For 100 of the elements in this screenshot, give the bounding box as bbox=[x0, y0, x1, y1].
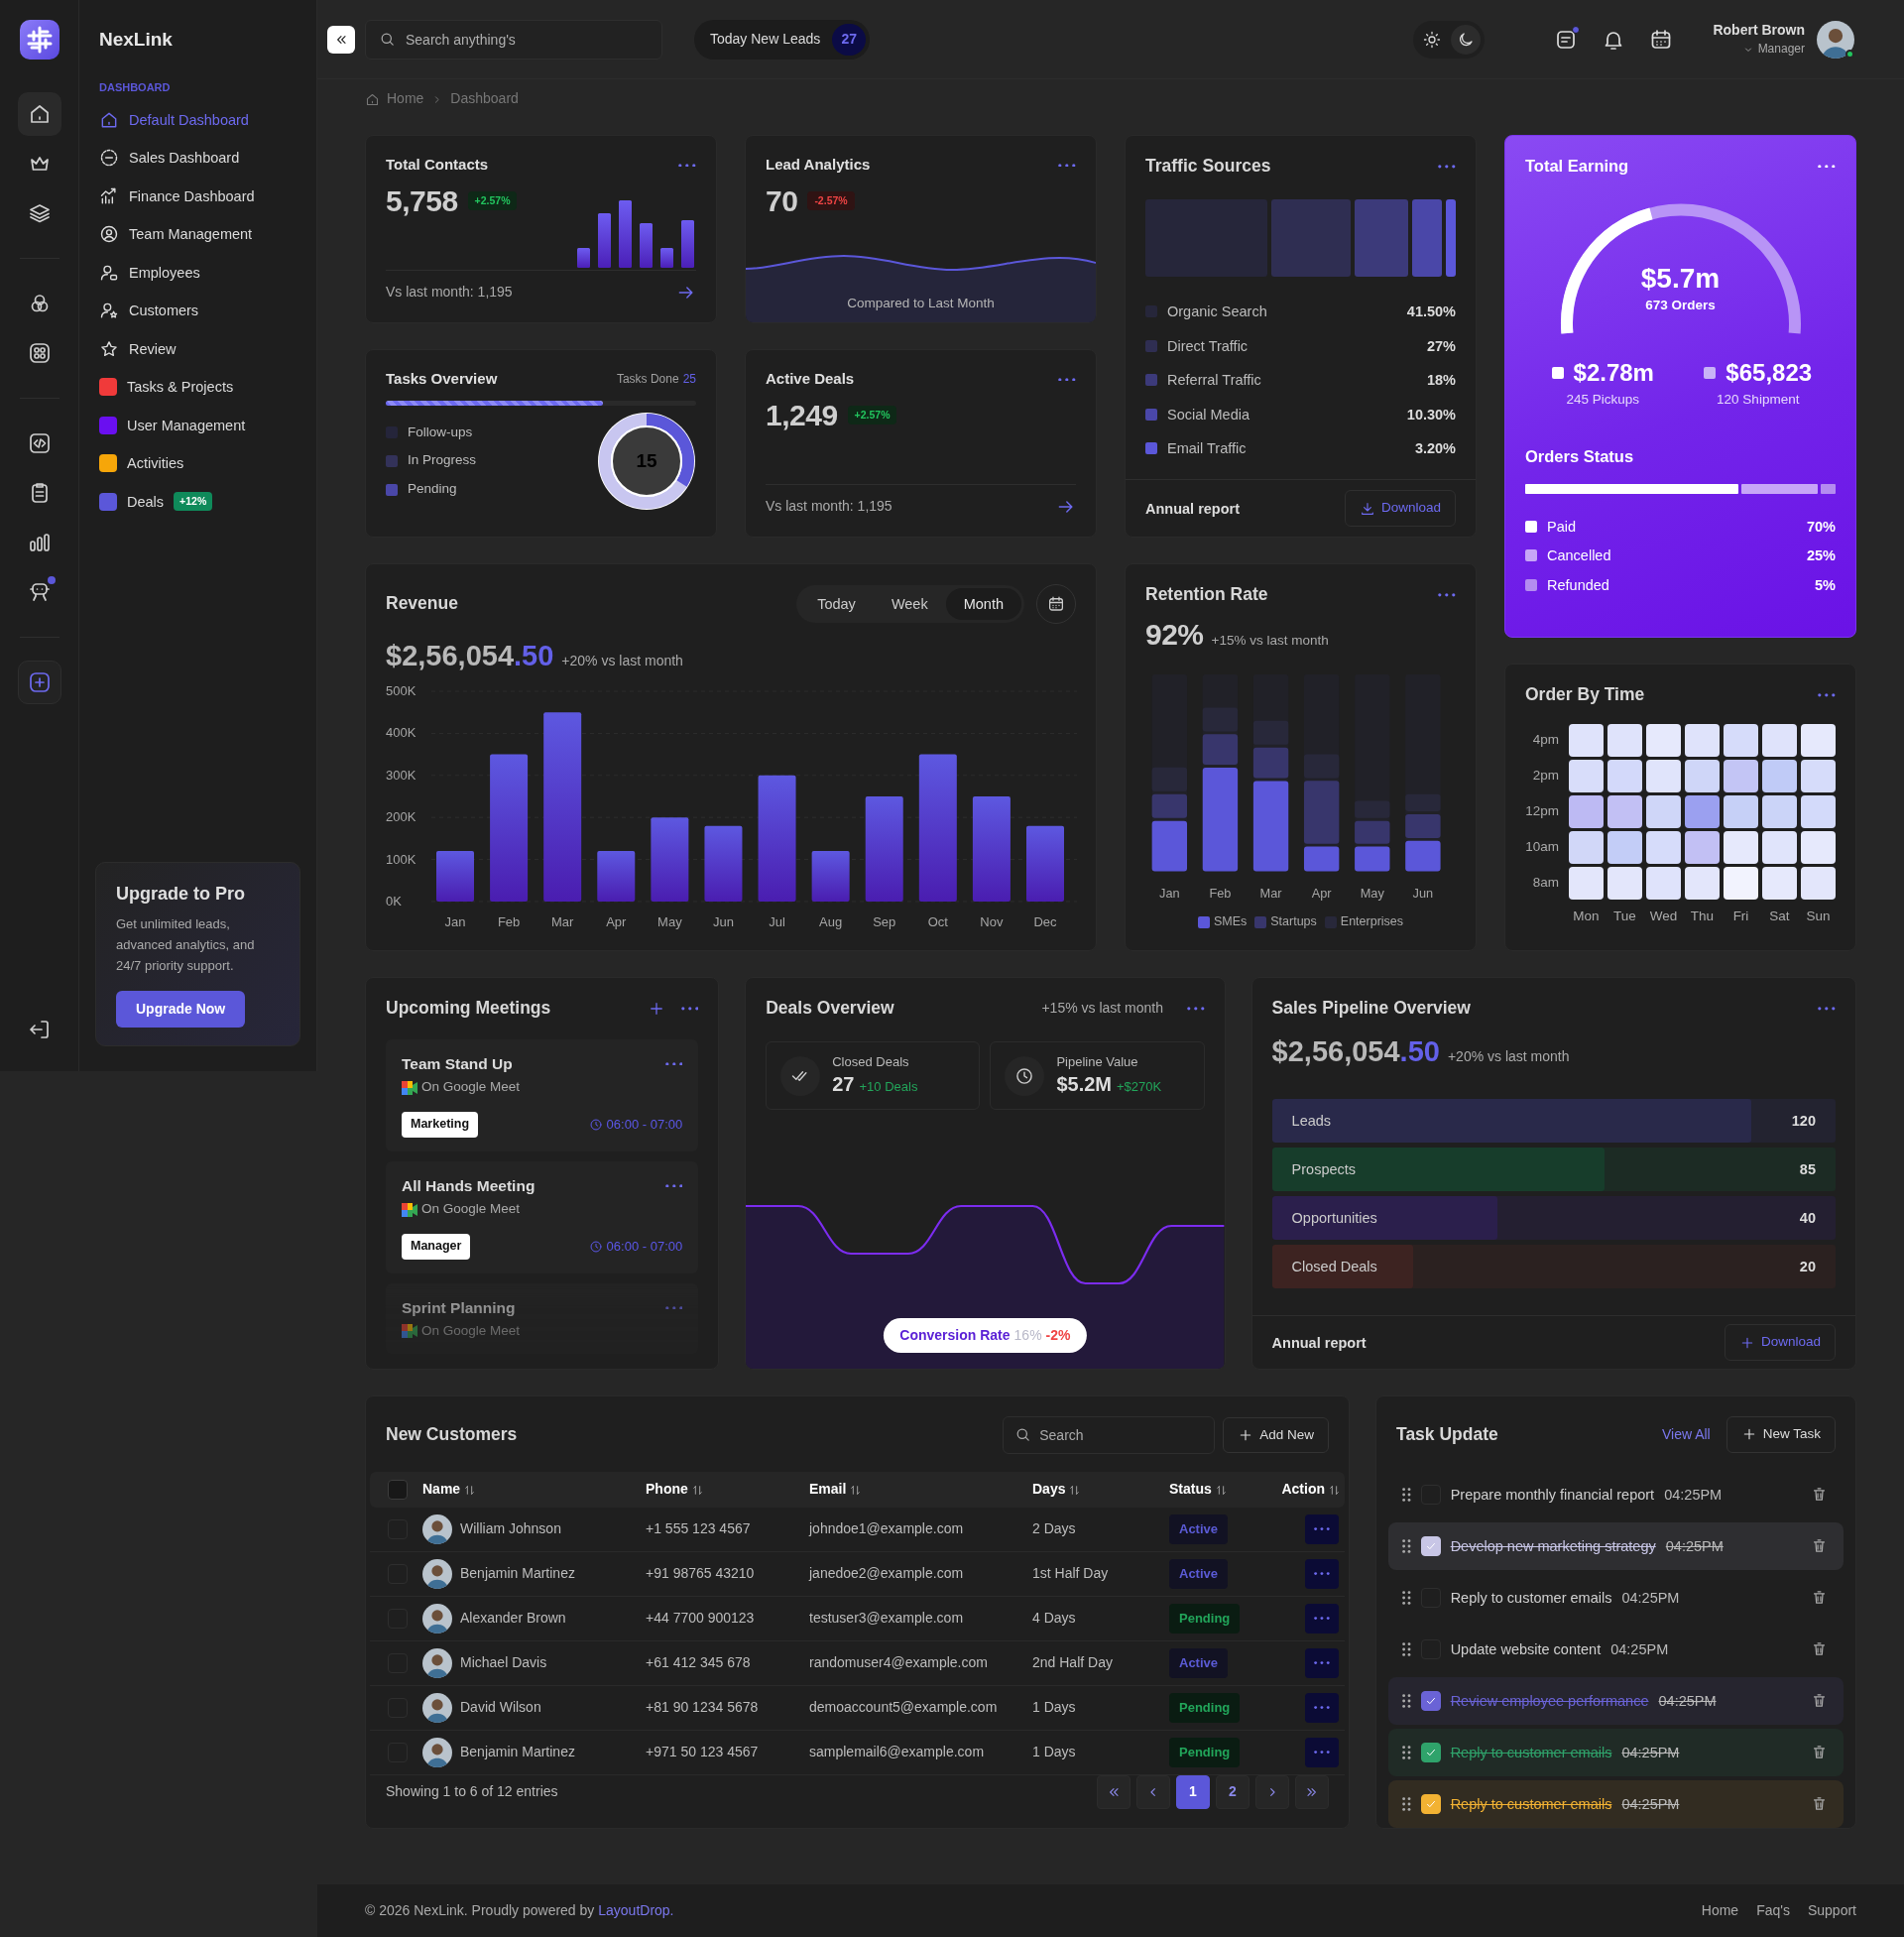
upgrade-button[interactable]: Upgrade Now bbox=[116, 990, 246, 1028]
heatmap-cell bbox=[1801, 723, 1836, 757]
stat-value: $5.2M bbox=[1056, 1072, 1112, 1098]
axis-label: Aug bbox=[819, 914, 843, 930]
checkbox[interactable] bbox=[1420, 1690, 1441, 1711]
add-button[interactable] bbox=[17, 661, 61, 704]
nav-item[interactable]: Review bbox=[95, 329, 300, 368]
download-button[interactable]: Download bbox=[1344, 490, 1456, 527]
task-time: 04:25PM bbox=[1665, 1536, 1724, 1555]
more-icon[interactable] bbox=[1187, 1007, 1205, 1011]
drag-handle-icon[interactable] bbox=[1402, 1487, 1411, 1502]
search-field[interactable]: Search anything's bbox=[365, 19, 662, 60]
stage-value: 20 bbox=[1799, 1258, 1816, 1276]
nav-item[interactable]: Team Management bbox=[95, 215, 300, 254]
stat-value: 27 bbox=[832, 1072, 855, 1098]
trash-icon[interactable] bbox=[1811, 1486, 1828, 1504]
meeting-tag: Marketing bbox=[402, 1112, 479, 1138]
more-icon[interactable] bbox=[1818, 164, 1836, 169]
more-icon[interactable] bbox=[680, 1007, 699, 1011]
axis-label: Jun bbox=[1412, 886, 1434, 902]
nav-item[interactable]: Sales Dashboard bbox=[95, 139, 300, 178]
collapse-button[interactable] bbox=[327, 25, 355, 54]
trash-icon[interactable] bbox=[1811, 1640, 1828, 1658]
axis-label: Apr bbox=[1311, 886, 1332, 902]
drag-handle-icon[interactable] bbox=[1402, 1745, 1411, 1759]
page-button[interactable]: 1 bbox=[1176, 1775, 1210, 1809]
drag-handle-icon[interactable] bbox=[1402, 1590, 1411, 1605]
column-header[interactable]: Action bbox=[1281, 1481, 1325, 1499]
nav-item[interactable]: Activities bbox=[95, 444, 300, 483]
heatmap-cell bbox=[1762, 759, 1797, 792]
apps-grid-icon bbox=[27, 341, 52, 365]
drag-handle-icon[interactable] bbox=[1402, 1693, 1411, 1708]
more-icon[interactable] bbox=[1058, 163, 1076, 168]
video-call-icon bbox=[402, 1324, 417, 1339]
column-header[interactable]: Email bbox=[809, 1481, 847, 1499]
checkbox[interactable] bbox=[388, 1480, 408, 1500]
column-header[interactable]: Name bbox=[422, 1481, 461, 1499]
axis-label: 300K bbox=[386, 768, 416, 784]
nav-item[interactable]: Deals +12% bbox=[95, 482, 300, 521]
trash-icon[interactable] bbox=[1811, 1589, 1828, 1607]
new-task-button[interactable]: New Task bbox=[1726, 1416, 1836, 1453]
axis-label: 100K bbox=[386, 851, 416, 867]
footer-link[interactable]: Home bbox=[1701, 1901, 1739, 1920]
customer-name: Benjamin Martinez bbox=[460, 1744, 575, 1761]
checkbox[interactable] bbox=[1420, 1793, 1441, 1814]
view-all-link[interactable]: View All bbox=[1661, 1425, 1711, 1444]
drag-handle-icon[interactable] bbox=[1402, 1641, 1411, 1656]
legend-label: Direct Traffic bbox=[1167, 336, 1249, 355]
first-page-button[interactable] bbox=[1097, 1775, 1130, 1809]
meeting-time: 06:00 - 07:00 bbox=[606, 1238, 683, 1255]
more-icon[interactable] bbox=[664, 1061, 683, 1066]
drag-handle-icon[interactable] bbox=[1402, 1796, 1411, 1811]
last-page-button[interactable] bbox=[1295, 1775, 1329, 1809]
range-tab[interactable]: Month bbox=[945, 588, 1021, 620]
trash-icon[interactable] bbox=[1811, 1744, 1828, 1761]
footer-link[interactable]: Faq's bbox=[1756, 1901, 1790, 1920]
nav-item[interactable]: Finance Dashboard bbox=[95, 177, 300, 215]
page-button[interactable]: 2 bbox=[1216, 1775, 1250, 1809]
delta-text: +10 Deals bbox=[859, 1079, 918, 1096]
column-header[interactable]: Phone bbox=[646, 1481, 688, 1499]
more-icon[interactable] bbox=[664, 1183, 683, 1188]
search-field[interactable]: Search bbox=[1003, 1416, 1216, 1454]
table-cell: +91 98765 43210 bbox=[646, 1552, 809, 1597]
nav-item[interactable]: Employees bbox=[95, 253, 300, 292]
column-header[interactable]: Days bbox=[1032, 1481, 1066, 1499]
percent-value: 27% bbox=[1426, 336, 1456, 355]
nav-item[interactable]: Customers bbox=[95, 292, 300, 330]
trash-icon[interactable] bbox=[1811, 1692, 1828, 1710]
table-cell: +1 555 123 4567 bbox=[646, 1508, 809, 1552]
video-call-icon bbox=[402, 1080, 417, 1095]
footer-link[interactable]: Support bbox=[1807, 1901, 1856, 1920]
nav-item[interactable]: User Management bbox=[95, 406, 300, 444]
column-header[interactable]: Status bbox=[1169, 1481, 1212, 1499]
sort-icon bbox=[463, 1483, 477, 1497]
add-button[interactable]: Add New bbox=[1223, 1416, 1329, 1454]
heatmap-cell bbox=[1801, 830, 1836, 864]
trash-icon[interactable] bbox=[1811, 1795, 1828, 1813]
theme-button[interactable] bbox=[1451, 24, 1482, 55]
sort-icon bbox=[1068, 1483, 1082, 1497]
more-icon[interactable] bbox=[1818, 1007, 1836, 1011]
range-tab[interactable]: Week bbox=[873, 588, 946, 620]
more-icon[interactable] bbox=[678, 163, 696, 168]
table-cell: +61 412 345 678 bbox=[646, 1641, 809, 1686]
nav-item[interactable]: Tasks & Projects bbox=[95, 368, 300, 407]
drag-handle-icon[interactable] bbox=[1402, 1538, 1411, 1553]
trash-icon[interactable] bbox=[1811, 1537, 1828, 1555]
range-tab[interactable]: Today bbox=[799, 588, 874, 620]
change-badge: +2.57% bbox=[467, 190, 518, 211]
more-icon[interactable] bbox=[1438, 165, 1456, 169]
more-icon[interactable] bbox=[1438, 593, 1456, 597]
nav-item[interactable]: Default Dashboard bbox=[95, 100, 300, 139]
legend-label: Social Media bbox=[1167, 405, 1250, 424]
more-icon[interactable] bbox=[1818, 693, 1836, 697]
heatmap-cell bbox=[1607, 830, 1642, 864]
legend-label: Follow-ups bbox=[408, 424, 473, 441]
checkbox[interactable] bbox=[1420, 1742, 1441, 1762]
home-button[interactable] bbox=[17, 92, 61, 136]
more-icon[interactable] bbox=[1058, 377, 1076, 382]
footer-link[interactable]: LayoutDrop. bbox=[598, 1901, 674, 1918]
download-button[interactable]: Download bbox=[1724, 1324, 1836, 1361]
